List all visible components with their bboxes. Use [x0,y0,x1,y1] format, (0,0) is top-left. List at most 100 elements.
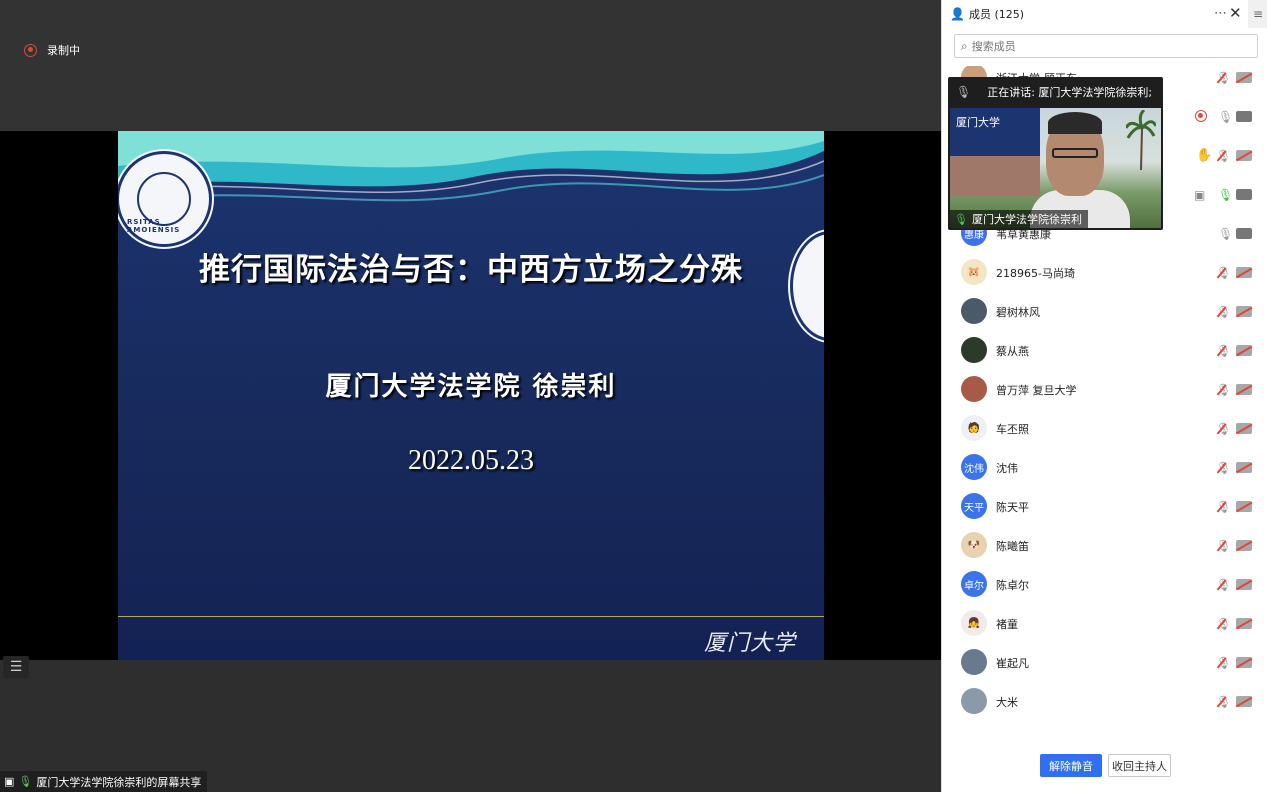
menu-icon[interactable]: ≡ [1248,0,1267,28]
main-stage: 录制中 RSITAS AMOIENSIS 推行国际法治与否：中西方立场之分殊 厦… [0,0,941,792]
avatar [961,298,987,324]
member-row[interactable]: 蔡从燕 🎙 [942,331,1267,370]
search-icon: ⌕ [961,38,968,53]
mic-muted-icon[interactable]: 🎙 [1216,149,1231,163]
mic-muted-icon[interactable]: 🎙 [1216,422,1231,436]
mic-icon[interactable]: 🎙 [1218,227,1233,241]
mic-icon[interactable]: 🎙 [1218,110,1233,124]
member-row[interactable]: 🐶 陈曦笛 🎙 [942,526,1267,565]
mic-muted-icon[interactable]: 🎙 [1216,383,1231,397]
avatar [961,649,987,675]
avatar: 👧 [961,610,987,636]
video-slide-tile: 厦门大学 [950,108,1040,156]
avatar: 沈伟 [961,454,987,480]
university-seal-left: RSITAS AMOIENSIS [118,151,212,247]
video-person-glasses [1052,148,1098,158]
camera-off-icon[interactable] [1236,306,1252,317]
video-building [950,156,1040,196]
camera-icon[interactable] [1236,228,1252,239]
mic-muted-icon[interactable]: 🎙 [1216,500,1231,514]
camera-off-icon[interactable] [1236,462,1252,473]
camera-icon[interactable] [1236,189,1252,200]
mic-muted-icon[interactable]: 🎙 [1216,266,1231,280]
screen-share-label: 厦门大学法学院徐崇利的屏幕共享 [36,775,202,789]
recording-icon[interactable] [1195,110,1207,122]
mic-muted-icon[interactable]: 🎙 [1216,578,1231,592]
record-icon [24,43,37,57]
camera-off-icon[interactable] [1236,657,1252,668]
member-row[interactable]: 沈伟 沈伟 🎙 [942,448,1267,487]
camera-icon[interactable] [1236,111,1252,122]
person-icon: 👤 [950,7,965,21]
speaker-name: 厦门大学法学院徐崇利 [971,213,1082,226]
panel-header: 👤 成员 (125) ⋯ ✕ ≡ [942,0,1267,28]
camera-off-icon[interactable] [1236,540,1252,551]
unmute-all-button[interactable]: 解除静音 [1040,754,1102,777]
talking-label: 正在讲话: 厦门大学法学院徐崇利; [987,85,1153,99]
camera-off-icon[interactable] [1236,696,1252,707]
search-input[interactable] [971,39,1242,53]
member-name: 曾万萍 复旦大学 [996,383,1077,397]
member-row[interactable]: 🧑 车丕照 🎙 [942,409,1267,448]
avatar: 🐹 [961,259,987,285]
mic-muted-icon: 🎙 [956,84,972,99]
meeting-window: 录制中 RSITAS AMOIENSIS 推行国际法治与否：中西方立场之分殊 厦… [0,0,1267,792]
avatar: 🐶 [961,532,987,558]
mic-muted-icon[interactable]: 🎙 [1216,656,1231,670]
member-row[interactable]: 碧树林风 🎙 [942,292,1267,331]
avatar [961,376,987,402]
screen-share-icon[interactable]: ▣ [1194,188,1205,202]
camera-off-icon[interactable] [1236,423,1252,434]
mic-muted-icon[interactable]: 🎙 [1216,71,1231,85]
avatar: 卓尔 [961,571,987,597]
slide-footer-rule [118,616,824,617]
member-row[interactable]: 崔起凡 🎙 [942,643,1267,682]
camera-off-icon[interactable] [1236,384,1252,395]
member-row[interactable]: 大米 🎙 [942,682,1267,721]
mic-active-icon[interactable]: 🎙 [1218,188,1233,202]
mic-muted-icon[interactable]: 🎙 [1216,461,1231,475]
member-name: 218965-马尚琦 [996,266,1075,280]
avatar: 天平 [961,493,987,519]
avatar [961,688,987,714]
raise-hand-icon[interactable]: ✋ [1196,148,1212,163]
list-toggle-button[interactable]: ☰ [3,656,29,678]
member-row[interactable]: 卓尔 陈卓尔 🎙 [942,565,1267,604]
member-name: 崔起凡 [996,656,1029,670]
member-name: 蔡从燕 [996,344,1029,358]
mic-muted-icon[interactable]: 🎙 [1216,695,1231,709]
recording-indicator[interactable]: 录制中 [24,42,80,58]
close-icon[interactable]: ✕ [1229,4,1242,22]
screen-share-icon: ▣ [4,775,15,788]
camera-off-icon[interactable] [1236,267,1252,278]
member-name: 陈卓尔 [996,578,1029,592]
member-name: 陈曦笛 [996,539,1029,553]
member-row[interactable]: 曾万萍 复旦大学 🎙 [942,370,1267,409]
slide-title: 推行国际法治与否：中西方立场之分殊 [199,252,743,288]
presentation-slide: RSITAS AMOIENSIS 推行国际法治与否：中西方立场之分殊 厦门大学法… [118,131,824,660]
member-row[interactable]: 👧 褚童 🎙 [942,604,1267,643]
search-box[interactable]: ⌕ [954,34,1258,58]
slide-footer-logo: 厦门大学 [704,631,797,656]
camera-off-icon[interactable] [1236,618,1252,629]
camera-off-icon[interactable] [1236,150,1252,161]
list-icon: ☰ [9,659,23,675]
member-row[interactable]: 天平 陈天平 🎙 [942,487,1267,526]
mic-muted-icon[interactable]: 🎙 [1216,539,1231,553]
member-name: 碧树林风 [996,305,1040,319]
mic-muted-icon[interactable]: 🎙 [1216,617,1231,631]
top-bar: 录制中 [0,0,941,131]
panel-title: 成员 (125) [968,8,1025,21]
member-name: 褚童 [996,617,1018,631]
member-row[interactable]: 🐹 218965-马尚琦 🎙 [942,253,1267,292]
camera-off-icon[interactable] [1236,501,1252,512]
screen-share-area: RSITAS AMOIENSIS 推行国际法治与否：中西方立场之分殊 厦门大学法… [0,131,941,660]
camera-off-icon[interactable] [1236,72,1252,83]
camera-off-icon[interactable] [1236,579,1252,590]
camera-off-icon[interactable] [1236,345,1252,356]
more-icon[interactable]: ⋯ [1214,6,1227,21]
reclaim-host-button[interactable]: 收回主持人 [1108,754,1171,777]
mic-muted-icon[interactable]: 🎙 [1216,305,1231,319]
mic-muted-icon[interactable]: 🎙 [1216,344,1231,358]
active-speaker-popup[interactable]: 🎙 正在讲话: 厦门大学法学院徐崇利; 厦门大学 🎙 厦门大学法学院徐崇利 [948,77,1163,230]
